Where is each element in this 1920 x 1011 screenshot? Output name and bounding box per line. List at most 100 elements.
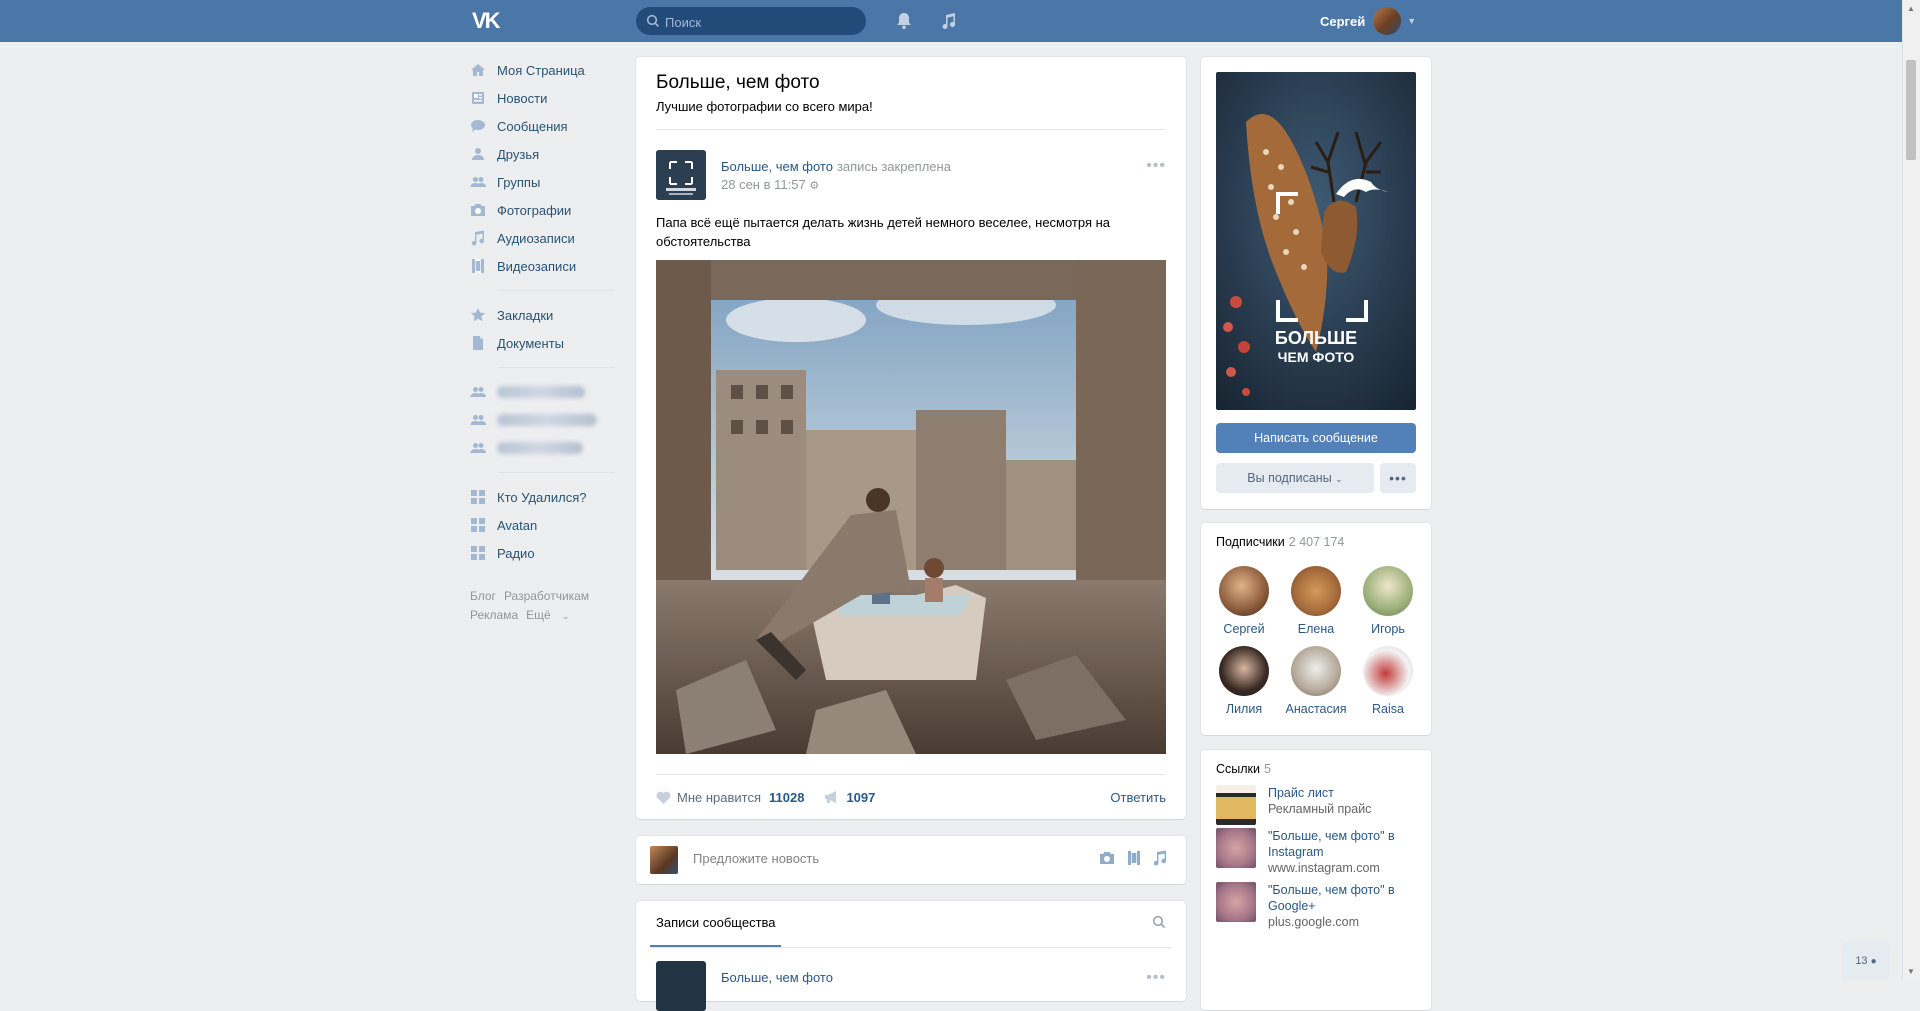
music-icon[interactable] — [938, 10, 960, 32]
post-date[interactable]: 28 сен в 11:57 ⚙ — [721, 177, 819, 192]
online-friends-widget[interactable]: 13 ● — [1842, 942, 1890, 980]
like-count: 11028 — [769, 789, 805, 805]
camera-icon — [470, 202, 486, 218]
subscriber-item[interactable]: Игорь — [1353, 566, 1423, 636]
chevron-down-icon: ▼ — [1407, 16, 1417, 26]
left-navigation: Моя Страница Новости Сообщения Друзья Группы… — [470, 56, 615, 626]
divider — [656, 129, 1166, 130]
subscribers-count: 2 407 174 — [1288, 535, 1345, 549]
subscriber-item[interactable]: Елена — [1281, 566, 1351, 636]
like-button[interactable]: Мне нравится 11028 — [656, 790, 804, 805]
link-thumbnail — [1216, 882, 1256, 922]
sidebar-item-5[interactable]: Фотографии — [470, 196, 615, 224]
tab-community-posts[interactable]: Записи сообщества — [656, 915, 776, 930]
link-subtitle: Рекламный прайс — [1268, 802, 1372, 816]
chevron-down-icon: ⌄ — [1335, 474, 1343, 484]
post-author-link[interactable]: Больше, чем фото — [721, 159, 833, 174]
heart-icon — [656, 791, 671, 804]
subscriber-item[interactable]: Лилия — [1209, 646, 1279, 716]
nav-divider — [499, 472, 615, 473]
subscribers-header[interactable]: Подписчики 2 407 174 — [1216, 535, 1344, 549]
scroll-up-arrow-icon[interactable]: ▲ — [1907, 4, 1915, 13]
search-box[interactable] — [636, 7, 866, 37]
scrollbar-thumb[interactable] — [1906, 60, 1916, 160]
link-item[interactable]: Прайс лист Рекламный прайс — [1216, 785, 1421, 825]
sidebar-item-3[interactable]: Друзья — [470, 140, 615, 168]
sidebar-item-1[interactable]: Новости — [470, 84, 615, 112]
user-name: Сергей — [1320, 13, 1366, 29]
link-item[interactable]: "Больше, чем фото" в Google+ plus.google.… — [1216, 882, 1421, 930]
share-button[interactable]: 1097 — [824, 790, 875, 805]
search-input[interactable] — [663, 7, 857, 37]
subscriber-name: Лилия — [1225, 702, 1263, 716]
blog-link[interactable]: Блог — [470, 589, 496, 603]
suggest-news-input[interactable] — [691, 850, 1075, 867]
nav-item-label: Аудиозаписи — [497, 230, 575, 246]
sidebar-item-6[interactable]: Аудиозаписи — [470, 224, 615, 252]
more-options-icon[interactable]: ••• — [1146, 969, 1166, 987]
nav-item-label: Новости — [497, 90, 548, 106]
community-cover-card: БОЛЬШЕ ЧЕМ ФОТО Написать сообщение Вы по… — [1201, 57, 1431, 509]
app-grid-icon — [470, 517, 486, 533]
news-icon — [470, 90, 486, 106]
sidebar-item-secondary-0[interactable]: Закладки — [470, 301, 615, 329]
subscribed-button[interactable]: Вы подписаны ⌄ — [1216, 463, 1374, 493]
more-options-icon[interactable]: ••• — [1146, 157, 1166, 175]
sidebar-item-2[interactable]: Сообщения — [470, 112, 615, 140]
subscriber-name: Игорь — [1371, 622, 1405, 636]
subscribers-card: Подписчики 2 407 174 Сергей Елена Игорь Лили… — [1201, 523, 1431, 735]
nav-group-2[interactable] — [470, 406, 615, 434]
nav-divider — [499, 367, 615, 368]
post-photo[interactable] — [656, 260, 1166, 754]
send-message-button[interactable]: Написать сообщение — [1216, 423, 1416, 453]
community-cover-image[interactable]: БОЛЬШЕ ЧЕМ ФОТО — [1216, 72, 1416, 410]
star-icon — [470, 307, 486, 323]
vk-logo[interactable]: VK — [472, 10, 506, 32]
sidebar-item-0[interactable]: Моя Страница — [470, 56, 615, 84]
ads-link[interactable]: Реклама — [470, 608, 518, 622]
video-icon — [470, 258, 486, 274]
sidebar-item-secondary-1[interactable]: Документы — [470, 329, 615, 357]
more-actions-button[interactable]: ••• — [1380, 463, 1416, 493]
developers-link[interactable]: Разработчикам — [504, 589, 589, 603]
post-author-link[interactable]: Больше, чем фото — [721, 970, 833, 985]
sidebar-app-1[interactable]: Avatan — [470, 511, 615, 539]
search-icon[interactable] — [1152, 915, 1166, 929]
user-menu[interactable]: Сергей ▼ — [1320, 6, 1416, 36]
avatar — [1219, 646, 1269, 696]
nav-item-label: Фотографии — [497, 202, 572, 218]
music-icon[interactable] — [1152, 850, 1168, 866]
link-thumbnail — [1216, 785, 1256, 825]
camera-icon[interactable] — [1098, 850, 1116, 866]
post-text: Папа всё ещё пытается делать жизнь детей… — [656, 215, 1111, 249]
bell-icon[interactable] — [893, 10, 915, 32]
sidebar-item-4[interactable]: Группы — [470, 168, 615, 196]
sidebar-app-0[interactable]: Кто Удалился? — [470, 483, 615, 511]
chevron-down-icon: ⌄ — [562, 611, 570, 621]
nav-item-label: Группы — [497, 174, 541, 190]
footer-links: Блог Разработчикам Реклама Ещё ⌄ — [470, 587, 615, 626]
subscriber-item[interactable]: Raisa — [1353, 646, 1423, 716]
reply-button[interactable]: Ответить — [1110, 790, 1166, 805]
community-avatar[interactable] — [656, 150, 706, 200]
page-scrollbar[interactable]: ▲ ▼ — [1902, 0, 1920, 980]
subscriber-item[interactable]: Анастасия — [1281, 646, 1351, 716]
community-avatar[interactable] — [656, 961, 706, 1011]
group-icon — [470, 440, 486, 456]
subscriber-name: Raisa — [1372, 702, 1404, 716]
subscriber-item[interactable]: Сергей — [1209, 566, 1279, 636]
link-subtitle: www.instagram.com — [1268, 861, 1380, 875]
links-count: 5 — [1264, 762, 1271, 776]
share-count: 1097 — [846, 789, 876, 805]
nav-group-1[interactable] — [470, 378, 615, 406]
scroll-down-arrow-icon[interactable]: ▼ — [1907, 967, 1915, 976]
nav-item-label: Радио — [497, 545, 535, 561]
avatar — [1291, 646, 1341, 696]
nav-group-3[interactable] — [470, 434, 615, 462]
sidebar-item-7[interactable]: Видеозаписи — [470, 252, 615, 280]
video-icon[interactable] — [1126, 850, 1142, 866]
links-header[interactable]: Ссылки 5 — [1216, 762, 1271, 776]
sidebar-app-2[interactable]: Радио — [470, 539, 615, 567]
link-item[interactable]: "Больше, чем фото" в Instagram www.instag… — [1216, 828, 1421, 876]
more-link[interactable]: Ещё ⌄ — [526, 608, 577, 622]
